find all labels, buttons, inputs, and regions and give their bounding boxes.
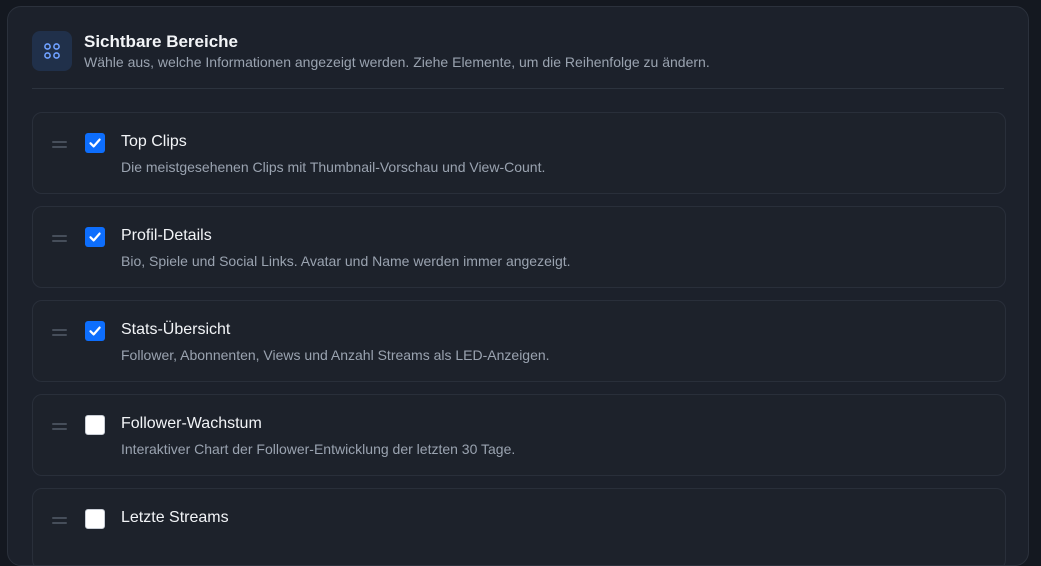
list-item[interactable]: Follower-Wachstum Interaktiver Chart der… (32, 394, 1006, 476)
list-item[interactable]: Stats-Übersicht Follower, Abonnenten, Vi… (32, 300, 1006, 382)
checkmark-icon (89, 138, 101, 148)
section-title: Sichtbare Bereiche (84, 32, 239, 51)
item-description: Interaktiver Chart der Follower-Entwickl… (121, 441, 516, 457)
drag-handle-icon[interactable] (52, 421, 68, 431)
item-title: Letzte Streams (121, 509, 229, 526)
item-description: Die meistgesehenen Clips mit Thumbnail-V… (121, 159, 546, 175)
section-checkbox[interactable] (85, 509, 105, 529)
checkmark-icon (89, 326, 101, 336)
item-title: Top Clips (121, 133, 187, 150)
item-title: Profil-Details (121, 227, 212, 244)
item-title: Stats-Übersicht (121, 321, 231, 338)
grid-icon (32, 31, 72, 71)
drag-handle-icon[interactable] (52, 139, 68, 149)
sections-list: Top Clips Die meistgesehenen Clips mit T… (32, 112, 1006, 565)
drag-handle-icon[interactable] (52, 233, 68, 243)
section-checkbox[interactable] (85, 133, 105, 153)
visible-sections-panel: Sichtbare Bereiche Wähle aus, welche Inf… (7, 6, 1029, 566)
list-item[interactable]: Profil-Details Bio, Spiele und Social Li… (32, 206, 1006, 288)
checkmark-icon (89, 232, 101, 242)
section-header: Sichtbare Bereiche Wähle aus, welche Inf… (32, 31, 1004, 89)
item-title: Follower-Wachstum (121, 415, 262, 432)
item-description: Follower, Abonnenten, Views und Anzahl S… (121, 347, 550, 363)
item-description: Bio, Spiele und Social Links. Avatar und… (121, 253, 571, 269)
section-checkbox[interactable] (85, 415, 105, 435)
list-item[interactable]: Top Clips Die meistgesehenen Clips mit T… (32, 112, 1006, 194)
section-checkbox[interactable] (85, 321, 105, 341)
list-item[interactable]: Letzte Streams (32, 488, 1006, 565)
section-checkbox[interactable] (85, 227, 105, 247)
section-description: Wähle aus, welche Informationen angezeig… (84, 54, 710, 70)
drag-handle-icon[interactable] (52, 327, 68, 337)
drag-handle-icon[interactable] (52, 515, 68, 525)
